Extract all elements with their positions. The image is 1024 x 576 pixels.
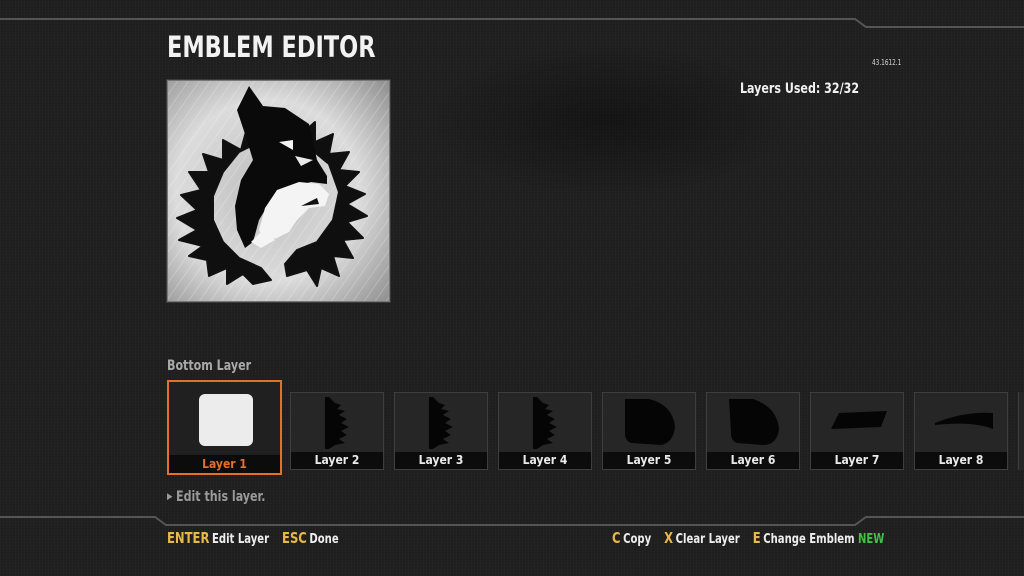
layer-slot-3[interactable]: Layer 3 — [394, 392, 488, 470]
clear-layer-button[interactable]: X Clear Layer — [664, 529, 740, 547]
emblem-preview — [167, 80, 390, 302]
layer-slot-2[interactable]: Layer 2 — [290, 392, 384, 470]
swoosh-shape-icon — [935, 412, 993, 429]
layer-hint: ▶ Edit this layer. — [167, 489, 265, 505]
white-square-shape-icon — [199, 394, 253, 446]
layer-label: Layer 5 — [603, 452, 695, 469]
layer-label: Layer 4 — [499, 452, 591, 469]
wolf-emblem-icon — [167, 80, 390, 302]
done-button[interactable]: ESC Done — [282, 529, 339, 547]
jagged-fur-shape-icon — [325, 397, 349, 449]
layer-slot-6[interactable]: Layer 6 — [706, 392, 800, 470]
enter-key-label: ENTER — [167, 529, 210, 547]
hint-text: Edit this layer. — [176, 489, 266, 505]
edit-layer-label: Edit Layer — [212, 532, 270, 547]
new-badge: NEW — [858, 532, 885, 547]
change-emblem-label: Change Emblem — [763, 532, 855, 547]
c-key-label: C — [612, 529, 621, 547]
layers-used-counter: Layers Used: 32/32 — [740, 81, 860, 97]
edit-layer-button[interactable]: ENTER Edit Layer — [167, 529, 270, 547]
triangle-right-icon: ▶ — [167, 492, 173, 502]
rounded-blob-shape-icon — [625, 399, 675, 445]
next-layer-slot-edge[interactable] — [1018, 392, 1024, 470]
layer-label: Layer 1 — [169, 455, 280, 473]
jagged-fur-shape-icon — [533, 397, 557, 449]
layer-label: Layer 2 — [291, 452, 383, 469]
layer-label: Layer 3 — [395, 452, 487, 469]
x-key-label: X — [664, 529, 674, 547]
trapezoid-shape-icon — [831, 411, 887, 429]
layer-slot-5[interactable]: Layer 5 — [602, 392, 696, 470]
layer-label: Layer 6 — [707, 452, 799, 469]
layer-section-label: Bottom Layer — [167, 358, 252, 374]
layer-slot-4[interactable]: Layer 4 — [498, 392, 592, 470]
layer-slot-7[interactable]: Layer 7 — [810, 392, 904, 470]
copy-button[interactable]: C Copy — [612, 529, 652, 547]
change-emblem-button[interactable]: E Change Emblem NEW — [752, 529, 885, 547]
jagged-fur-shape-icon — [429, 397, 453, 449]
layer-label: Layer 7 — [811, 452, 903, 469]
layer-slot-1[interactable]: Layer 1 — [167, 380, 282, 475]
layer-label: Layer 8 — [915, 452, 1007, 469]
done-label: Done — [309, 532, 339, 547]
background — [0, 0, 1024, 576]
layer-slot-8[interactable]: Layer 8 — [914, 392, 1008, 470]
version-number: 43.1612.1 — [872, 58, 902, 67]
copy-label: Copy — [623, 532, 652, 547]
esc-key-label: ESC — [282, 529, 307, 547]
footer-right-controls: C Copy X Clear Layer E Change Emblem NEW — [612, 529, 894, 547]
e-key-label: E — [752, 529, 761, 547]
page-title: EMBLEM EDITOR — [167, 30, 376, 64]
clear-layer-label: Clear Layer — [675, 532, 740, 547]
rounded-blob-shape-icon — [729, 399, 779, 445]
footer-left-controls: ENTER Edit Layer ESC Done — [167, 529, 348, 547]
